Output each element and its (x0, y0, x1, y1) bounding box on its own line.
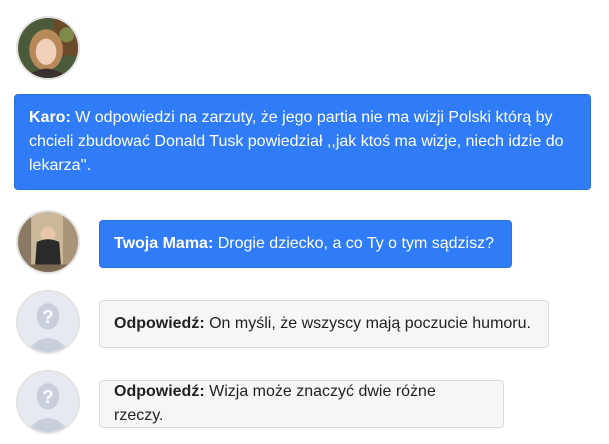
message-bubble-karo: Karo: W odpowiedzi na zarzuty, że jego p… (14, 94, 591, 190)
karo-avatar (16, 16, 80, 80)
default-user-icon: ? (16, 290, 80, 354)
message-bubble-answer: Odpowiedź: On myśli, że wszyscy mają poc… (99, 300, 549, 348)
message-text: Odpowiedź: Wizja może znaczyć dwie różne… (114, 380, 489, 428)
message-text: Odpowiedź: On myśli, że wszyscy mają poc… (114, 312, 531, 336)
message-body: W odpowiedzi na zarzuty, że jego partia … (29, 109, 564, 174)
svg-text:?: ? (42, 306, 53, 327)
message-bubble-answer: Odpowiedź: Wizja może znaczyć dwie różne… (99, 380, 504, 428)
message-text: Karo: W odpowiedzi na zarzuty, że jego p… (29, 106, 576, 178)
message-author: Odpowiedź: (114, 383, 205, 400)
message-author: Twoja Mama: (114, 235, 214, 252)
message-bubble-mom: Twoja Mama: Drogie dziecko, a co Ty o ty… (99, 220, 512, 268)
default-user-icon: ? (16, 370, 80, 434)
message-text: Twoja Mama: Drogie dziecko, a co Ty o ty… (114, 232, 494, 256)
message-author: Karo: (29, 109, 71, 126)
message-body: On myśli, że wszyscy mają poczucie humor… (204, 315, 531, 332)
chat-thread: Karo: W odpowiedzi na zarzuty, że jego p… (0, 0, 609, 444)
mom-avatar (16, 210, 80, 274)
svg-text:?: ? (42, 386, 53, 407)
message-body: Drogie dziecko, a co Ty o tym sądzisz? (213, 235, 494, 252)
message-author: Odpowiedź: (114, 315, 205, 332)
